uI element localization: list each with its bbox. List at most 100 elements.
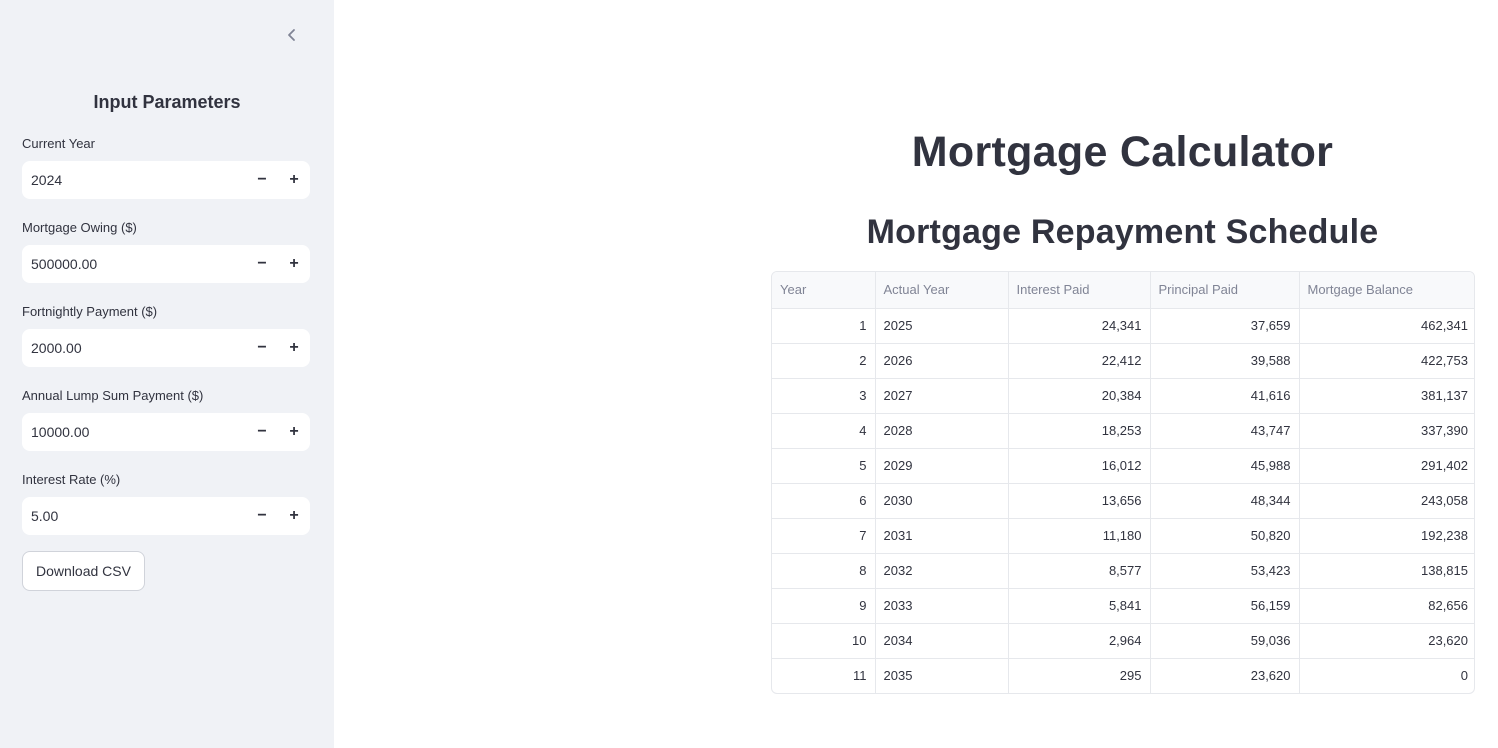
cell-year[interactable]: 3 — [772, 378, 876, 414]
cell-mortgage-balance[interactable]: 192,238 — [1299, 518, 1474, 554]
cell-interest-paid[interactable]: 295 — [1008, 658, 1151, 693]
cell-year[interactable]: 11 — [772, 658, 876, 693]
cell-year[interactable]: 1 — [772, 308, 876, 344]
plus-icon: + — [289, 423, 299, 440]
cell-mortgage-balance[interactable]: 82,656 — [1299, 588, 1474, 624]
column-header-principal-paid[interactable]: Principal Paid — [1150, 272, 1300, 309]
cell-principal-paid[interactable]: 39,588 — [1150, 343, 1300, 379]
cell-actual-year[interactable]: 2028 — [875, 413, 1009, 449]
cell-interest-paid[interactable]: 5,841 — [1008, 588, 1151, 624]
cell-year[interactable]: 4 — [772, 413, 876, 449]
cell-interest-paid[interactable]: 24,341 — [1008, 308, 1151, 344]
cell-actual-year[interactable]: 2027 — [875, 378, 1009, 414]
cell-interest-paid[interactable]: 8,577 — [1008, 553, 1151, 589]
cell-interest-paid[interactable]: 22,412 — [1008, 343, 1151, 379]
repayment-table[interactable]: Year Actual Year Interest Paid Principal… — [771, 271, 1475, 694]
cell-mortgage-balance[interactable]: 462,341 — [1299, 308, 1474, 344]
fortnightly-payment-decrement-button[interactable]: − — [246, 329, 278, 367]
sidebar-title: Input Parameters — [93, 92, 241, 112]
mortgage-owing-input[interactable] — [22, 256, 246, 272]
table-row: 11 2035 295 23,620 0 — [772, 658, 1474, 693]
minus-icon: − — [257, 423, 267, 440]
cell-year[interactable]: 7 — [772, 518, 876, 554]
cell-year[interactable]: 6 — [772, 483, 876, 519]
column-header-mortgage-balance[interactable]: Mortgage Balance — [1299, 272, 1474, 309]
column-header-actual-year[interactable]: Actual Year — [875, 272, 1009, 309]
table-row: 8 2032 8,577 53,423 138,815 — [772, 553, 1474, 589]
cell-interest-paid[interactable]: 20,384 — [1008, 378, 1151, 414]
lump-sum-decrement-button[interactable]: − — [246, 413, 278, 451]
download-csv-button[interactable]: Download CSV — [22, 551, 145, 591]
current-year-stepper: − + — [22, 161, 310, 199]
cell-principal-paid[interactable]: 59,036 — [1150, 623, 1300, 659]
cell-year[interactable]: 8 — [772, 553, 876, 589]
cell-mortgage-balance[interactable]: 0 — [1299, 658, 1474, 693]
cell-mortgage-balance[interactable]: 381,137 — [1299, 378, 1474, 414]
cell-principal-paid[interactable]: 37,659 — [1150, 308, 1300, 344]
cell-mortgage-balance[interactable]: 23,620 — [1299, 623, 1474, 659]
cell-actual-year[interactable]: 2034 — [875, 623, 1009, 659]
cell-principal-paid[interactable]: 23,620 — [1150, 658, 1300, 693]
mortgage-owing-increment-button[interactable]: + — [278, 245, 310, 283]
plus-icon: + — [289, 255, 299, 272]
plus-icon: + — [289, 171, 299, 188]
app-root: Input Parameters Current Year − + Mortga… — [0, 0, 1498, 748]
collapse-sidebar-button[interactable] — [280, 23, 304, 47]
cell-year[interactable]: 5 — [772, 448, 876, 484]
cell-interest-paid[interactable]: 13,656 — [1008, 483, 1151, 519]
interest-rate-input[interactable] — [22, 508, 246, 524]
interest-rate-field: Interest Rate (%) − + — [22, 472, 310, 535]
cell-mortgage-balance[interactable]: 138,815 — [1299, 553, 1474, 589]
cell-principal-paid[interactable]: 45,988 — [1150, 448, 1300, 484]
lump-sum-increment-button[interactable]: + — [278, 413, 310, 451]
cell-mortgage-balance[interactable]: 422,753 — [1299, 343, 1474, 379]
cell-mortgage-balance[interactable]: 243,058 — [1299, 483, 1474, 519]
cell-interest-paid[interactable]: 11,180 — [1008, 518, 1151, 554]
cell-interest-paid[interactable]: 2,964 — [1008, 623, 1151, 659]
cell-actual-year[interactable]: 2025 — [875, 308, 1009, 344]
cell-year[interactable]: 2 — [772, 343, 876, 379]
column-header-year[interactable]: Year — [772, 272, 876, 309]
section-title: Mortgage Repayment Schedule — [866, 213, 1379, 251]
chevron-left-icon — [288, 29, 295, 41]
current-year-increment-button[interactable]: + — [278, 161, 310, 199]
mortgage-owing-label: Mortgage Owing ($) — [22, 220, 137, 235]
cell-principal-paid[interactable]: 48,344 — [1150, 483, 1300, 519]
interest-rate-decrement-button[interactable]: − — [246, 497, 278, 535]
minus-icon: − — [257, 171, 267, 188]
cell-principal-paid[interactable]: 56,159 — [1150, 588, 1300, 624]
cell-interest-paid[interactable]: 16,012 — [1008, 448, 1151, 484]
cell-actual-year[interactable]: 2030 — [875, 483, 1009, 519]
cell-actual-year[interactable]: 2032 — [875, 553, 1009, 589]
cell-interest-paid[interactable]: 18,253 — [1008, 413, 1151, 449]
cell-actual-year[interactable]: 2029 — [875, 448, 1009, 484]
cell-mortgage-balance[interactable]: 337,390 — [1299, 413, 1474, 449]
cell-actual-year[interactable]: 2031 — [875, 518, 1009, 554]
cell-year[interactable]: 9 — [772, 588, 876, 624]
lump-sum-input[interactable] — [22, 424, 246, 440]
lump-sum-stepper: − + — [22, 413, 310, 451]
cell-mortgage-balance[interactable]: 291,402 — [1299, 448, 1474, 484]
cell-principal-paid[interactable]: 53,423 — [1150, 553, 1300, 589]
cell-actual-year[interactable]: 2026 — [875, 343, 1009, 379]
fortnightly-payment-input[interactable] — [22, 340, 246, 356]
plus-icon: + — [289, 507, 299, 524]
mortgage-owing-field: Mortgage Owing ($) − + — [22, 220, 310, 283]
current-year-input[interactable] — [22, 172, 246, 188]
cell-principal-paid[interactable]: 41,616 — [1150, 378, 1300, 414]
fortnightly-payment-increment-button[interactable]: + — [278, 329, 310, 367]
mortgage-owing-decrement-button[interactable]: − — [246, 245, 278, 283]
current-year-decrement-button[interactable]: − — [246, 161, 278, 199]
interest-rate-increment-button[interactable]: + — [278, 497, 310, 535]
column-header-interest-paid[interactable]: Interest Paid — [1008, 272, 1151, 309]
table-row: 9 2033 5,841 56,159 82,656 — [772, 588, 1474, 624]
fortnightly-payment-label: Fortnightly Payment ($) — [22, 304, 158, 319]
minus-icon: − — [257, 507, 267, 524]
cell-principal-paid[interactable]: 43,747 — [1150, 413, 1300, 449]
interest-rate-label: Interest Rate (%) — [22, 472, 121, 487]
cell-year[interactable]: 10 — [772, 623, 876, 659]
cell-actual-year[interactable]: 2035 — [875, 658, 1009, 693]
cell-principal-paid[interactable]: 50,820 — [1150, 518, 1300, 554]
cell-actual-year[interactable]: 2033 — [875, 588, 1009, 624]
fortnightly-payment-stepper: − + — [22, 329, 310, 367]
